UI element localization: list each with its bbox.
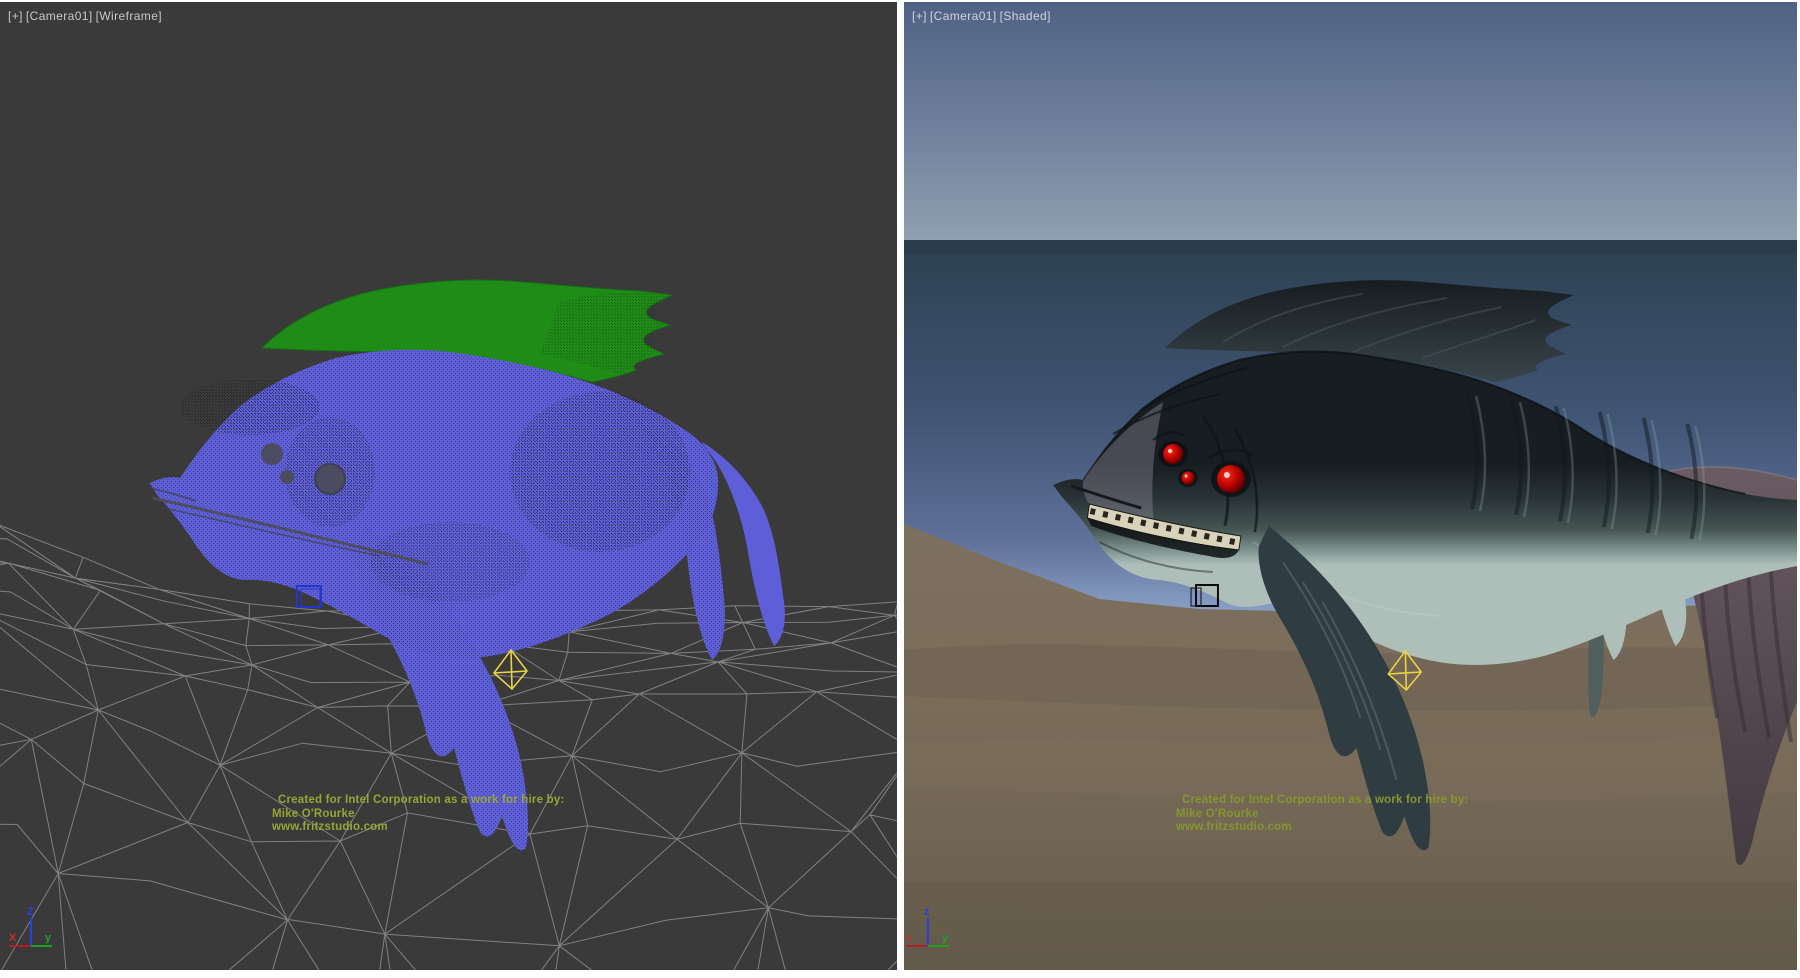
watermark: Created for Intel Corporation as a work … <box>272 794 564 835</box>
watermark: Created for Intel Corporation as a work … <box>1176 794 1468 835</box>
axis-y-label: y <box>942 932 949 944</box>
watermark-line: Created for Intel Corporation as a work … <box>278 794 564 808</box>
axis-y-label: y <box>45 932 52 944</box>
point-helper[interactable] <box>494 650 527 689</box>
axis-x-label: x <box>906 932 913 944</box>
horizon-band <box>904 240 1797 254</box>
viewport-menu-mode[interactable]: [Wireframe] <box>96 9 162 23</box>
viewport-menu-camera[interactable]: [Camera01] <box>930 9 997 23</box>
watermark-line: Created for Intel Corporation as a work … <box>1182 794 1468 808</box>
watermark-line: www.fritzstudio.com <box>1176 821 1468 835</box>
viewport-menu-camera[interactable]: [Camera01] <box>26 9 93 23</box>
wireframe-stipple-texture <box>149 292 725 850</box>
viewport-menu-expand[interactable]: [+] <box>912 9 927 23</box>
viewport-shaded[interactable]: x z y [+][Camera01][Shaded] Created for … <box>904 2 1797 970</box>
viewport-menu-expand[interactable]: [+] <box>8 9 23 23</box>
watermark-line: Mike O'Rourke <box>272 808 564 822</box>
axis-z-label: z <box>924 906 930 918</box>
viewport-label: [+][Camera01][Shaded] <box>912 9 1054 23</box>
watermark-line: Mike O'Rourke <box>1176 808 1468 822</box>
viewport-menu-mode[interactable]: [Shaded] <box>1000 9 1051 23</box>
dual-viewport-canvas: X Z y [+][Camera01][Wireframe] Created f… <box>0 0 1800 978</box>
sky <box>904 2 1797 240</box>
viewport-wireframe[interactable]: X Z y [+][Camera01][Wireframe] Created f… <box>0 2 897 970</box>
axis-z-label: Z <box>27 906 34 918</box>
axis-tripod: X Z y <box>9 906 52 946</box>
viewport-label: [+][Camera01][Wireframe] <box>8 9 165 23</box>
axis-x-label: X <box>9 932 17 944</box>
watermark-line: www.fritzstudio.com <box>272 821 564 835</box>
